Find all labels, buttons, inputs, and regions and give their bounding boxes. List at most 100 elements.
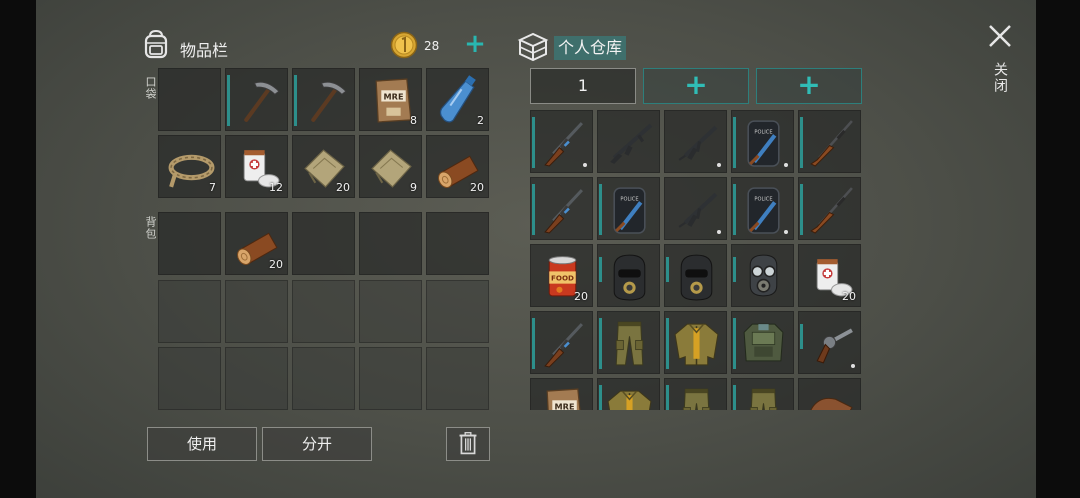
item-slot[interactable]: 20 bbox=[798, 244, 861, 307]
item-slot[interactable]: 20 bbox=[426, 135, 489, 198]
item-slot[interactable]: 2 bbox=[426, 68, 489, 131]
item-slot[interactable] bbox=[798, 177, 861, 240]
backpack-grid: 20 bbox=[158, 212, 489, 275]
item-slot[interactable]: 7 bbox=[158, 135, 221, 198]
item-slot[interactable]: FOOD 20 bbox=[530, 244, 593, 307]
item-slot[interactable]: 20 bbox=[292, 135, 355, 198]
item-slot[interactable]: MRE bbox=[530, 378, 593, 410]
empty-slot[interactable] bbox=[426, 347, 489, 410]
item-slot[interactable] bbox=[731, 244, 794, 307]
item-slot[interactable] bbox=[798, 311, 861, 374]
item-slot[interactable] bbox=[664, 177, 727, 240]
storage-box-icon bbox=[517, 32, 549, 62]
shotgun-icon bbox=[544, 189, 583, 234]
add-storage-page-button[interactable]: + bbox=[643, 68, 749, 104]
backpack-icon bbox=[144, 29, 168, 59]
durability-bar bbox=[227, 75, 230, 126]
item-slot[interactable] bbox=[798, 110, 861, 173]
item-count: 8 bbox=[410, 114, 417, 127]
item-slot[interactable] bbox=[530, 177, 593, 240]
backpack-section-label: 背包 bbox=[144, 216, 157, 240]
smg-icon bbox=[678, 192, 718, 228]
add-coins-button[interactable]: + bbox=[460, 31, 490, 58]
status-dot bbox=[583, 163, 587, 167]
item-slot[interactable] bbox=[597, 378, 660, 410]
trash-icon bbox=[459, 432, 477, 455]
item-count: 2 bbox=[477, 114, 484, 127]
durability-bar bbox=[599, 385, 602, 410]
item-count: 20 bbox=[269, 258, 283, 271]
storage-page-tab[interactable]: 1 bbox=[530, 68, 636, 104]
item-slot[interactable] bbox=[597, 244, 660, 307]
durability-bar bbox=[666, 385, 669, 410]
item-count: 12 bbox=[269, 181, 283, 194]
item-slot[interactable] bbox=[731, 378, 794, 410]
item-slot[interactable] bbox=[664, 244, 727, 307]
inventory-header: 物品栏 28 + bbox=[138, 28, 528, 64]
mre-ration-icon: MRE bbox=[546, 388, 581, 410]
riot-shield-icon: POLICE bbox=[747, 187, 780, 234]
empty-slot[interactable] bbox=[359, 347, 422, 410]
storage-title: 个人仓库 bbox=[554, 36, 627, 60]
svg-text:FOOD: FOOD bbox=[551, 274, 574, 283]
item-slot[interactable]: POLICE bbox=[731, 110, 794, 173]
empty-slot[interactable] bbox=[359, 280, 422, 343]
item-count: 20 bbox=[336, 181, 350, 194]
status-dot bbox=[851, 364, 855, 368]
riot-shield-icon: POLICE bbox=[747, 120, 780, 167]
item-slot[interactable] bbox=[597, 110, 660, 173]
durability-bar bbox=[800, 184, 803, 235]
item-slot[interactable]: 12 bbox=[225, 135, 288, 198]
item-slot[interactable]: POLICE bbox=[597, 177, 660, 240]
empty-slot[interactable] bbox=[292, 212, 355, 275]
item-slot[interactable] bbox=[664, 378, 727, 410]
item-slot[interactable]: 20 bbox=[225, 212, 288, 275]
storage-grid-viewport[interactable]: POLICE POLICE POLICE FOOD 20 20 MRE bbox=[530, 108, 862, 410]
shotgun-icon bbox=[544, 122, 583, 167]
item-slot[interactable]: 9 bbox=[359, 135, 422, 198]
use-button[interactable]: 使用 bbox=[147, 427, 257, 461]
empty-slot[interactable] bbox=[426, 212, 489, 275]
empty-slot[interactable] bbox=[158, 68, 221, 131]
item-slot[interactable] bbox=[597, 311, 660, 374]
item-slot[interactable] bbox=[530, 311, 593, 374]
shotgun-icon bbox=[544, 323, 583, 368]
durability-bar bbox=[733, 318, 736, 369]
empty-slot[interactable] bbox=[225, 347, 288, 410]
trash-button[interactable] bbox=[446, 427, 490, 461]
item-slot[interactable]: MRE 8 bbox=[359, 68, 422, 131]
item-slot[interactable] bbox=[664, 110, 727, 173]
item-count: 20 bbox=[842, 290, 856, 303]
empty-slot[interactable] bbox=[292, 280, 355, 343]
empty-slot[interactable] bbox=[225, 280, 288, 343]
empty-slot[interactable] bbox=[359, 212, 422, 275]
durability-bar bbox=[599, 184, 602, 235]
split-button[interactable]: 分开 bbox=[262, 427, 372, 461]
item-slot[interactable] bbox=[530, 110, 593, 173]
empty-slot[interactable] bbox=[426, 280, 489, 343]
empty-slot[interactable] bbox=[158, 212, 221, 275]
durability-bar bbox=[733, 184, 736, 235]
cargo-pants-icon bbox=[682, 388, 711, 410]
locked-backpack-grid bbox=[158, 280, 489, 410]
item-slot[interactable] bbox=[664, 311, 727, 374]
item-slot[interactable]: POLICE bbox=[731, 177, 794, 240]
pocket-section-label: 口袋 bbox=[144, 76, 157, 100]
close-icon[interactable] bbox=[986, 22, 1014, 50]
status-dot bbox=[717, 230, 721, 234]
durability-bar bbox=[532, 117, 535, 168]
item-slot[interactable] bbox=[798, 378, 861, 410]
item-slot[interactable] bbox=[731, 311, 794, 374]
empty-slot[interactable] bbox=[158, 347, 221, 410]
durability-bar bbox=[800, 324, 803, 349]
empty-slot[interactable] bbox=[292, 347, 355, 410]
item-slot[interactable] bbox=[225, 68, 288, 131]
storage-grid: POLICE POLICE POLICE FOOD 20 20 MRE bbox=[530, 110, 861, 410]
add-storage-page-button[interactable]: + bbox=[756, 68, 862, 104]
item-count: 7 bbox=[209, 181, 216, 194]
durability-bar bbox=[733, 257, 736, 282]
item-slot[interactable] bbox=[292, 68, 355, 131]
empty-slot[interactable] bbox=[158, 280, 221, 343]
cargo-pants-icon bbox=[749, 388, 778, 410]
close-label[interactable]: 关闭 bbox=[990, 62, 1010, 94]
